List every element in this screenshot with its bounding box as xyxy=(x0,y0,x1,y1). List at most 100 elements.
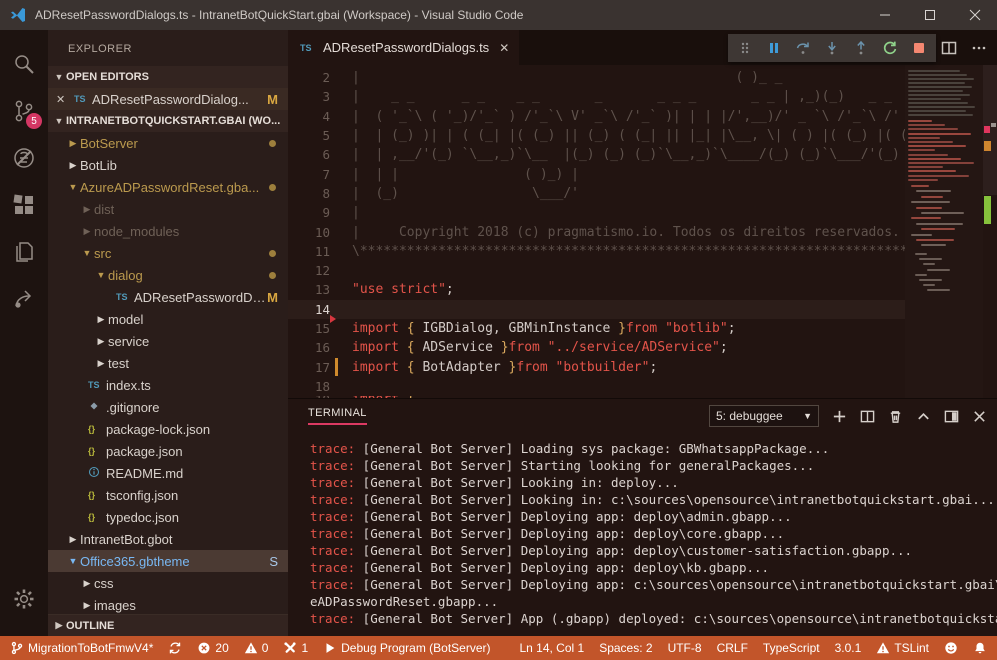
minimap[interactable] xyxy=(905,65,983,398)
status-spaces-2[interactable]: Spaces: 2 xyxy=(599,641,652,655)
status-utf-8[interactable]: UTF-8 xyxy=(668,641,702,655)
workspace-header[interactable]: ▼ INTRANETBOTQUICKSTART.GBAI (WO... xyxy=(48,110,288,132)
tree-item-botserver[interactable]: ▶BotServer xyxy=(48,132,288,154)
tree-item-package-json[interactable]: {}package.json xyxy=(48,440,288,462)
activity-share[interactable] xyxy=(0,275,48,322)
status-sync[interactable] xyxy=(168,641,182,655)
grip-button[interactable] xyxy=(733,36,757,60)
terminal-selector[interactable]: 5: debuggee ▼ xyxy=(709,405,819,427)
status-crlf[interactable]: CRLF xyxy=(717,641,748,655)
outline-header[interactable]: ▶ OUTLINE xyxy=(48,614,288,636)
trash-button[interactable] xyxy=(888,409,903,424)
tree-item-azureadpasswordreset-gba-[interactable]: ▼AzureADPasswordReset.gba... xyxy=(48,176,288,198)
tree-item-package-lock-json[interactable]: {}package-lock.json xyxy=(48,418,288,440)
json-file-icon: {} xyxy=(88,446,106,456)
code-text: | | (_) )| | ( (_| |( (_) || (_) ( (_| |… xyxy=(352,128,908,143)
terminal-header: TERMINAL 5: debuggee ▼ xyxy=(288,399,997,433)
status-1[interactable]: 1 xyxy=(283,641,308,655)
chevron-up-button[interactable] xyxy=(916,409,931,424)
tree-item-label: AzureADPasswordReset.gba... xyxy=(80,180,259,195)
chevron-right-icon: ▶ xyxy=(94,336,108,347)
explorer-title: EXPLORER xyxy=(48,30,288,66)
plus-button[interactable] xyxy=(832,409,847,424)
tab-terminal[interactable]: TERMINAL xyxy=(308,407,367,425)
status-typescript[interactable]: TypeScript xyxy=(763,641,820,655)
step-over-button[interactable] xyxy=(791,36,815,60)
chevron-down-icon: ▼ xyxy=(52,72,66,82)
activity-extensions[interactable] xyxy=(0,181,48,228)
tree-item-dist[interactable]: ▶dist xyxy=(48,198,288,220)
step-out-button[interactable] xyxy=(849,36,873,60)
status-smiley[interactable] xyxy=(944,641,958,655)
chevron-right-icon: ▶ xyxy=(66,138,80,149)
maximize-button[interactable] xyxy=(907,0,952,30)
tree-item-model[interactable]: ▶model xyxy=(48,308,288,330)
tree-item--gitignore[interactable]: .gitignore xyxy=(48,396,288,418)
pause-button[interactable] xyxy=(762,36,786,60)
tree-item-readme-md[interactable]: README.md xyxy=(48,462,288,484)
debug-toolbar xyxy=(728,34,936,62)
status-20[interactable]: 20 xyxy=(197,641,228,655)
code-line: 3| _ _ _ _ _ _ _ _ _ _ _ _ | ,_)(_) _ _ … xyxy=(288,87,905,106)
tree-item-dialog[interactable]: ▼dialog xyxy=(48,264,288,286)
open-editor-item[interactable]: ✕ TS ADResetPasswordDialog... M xyxy=(48,88,288,110)
activity-bar: 5 xyxy=(0,30,48,636)
tree-item-images[interactable]: ▶images xyxy=(48,594,288,614)
overview-ruler[interactable] xyxy=(983,65,997,398)
activity-debug[interactable] xyxy=(0,134,48,181)
status-0[interactable]: 0 xyxy=(244,641,269,655)
chevron-right-icon: ▶ xyxy=(66,160,80,171)
split-editor-button[interactable] xyxy=(941,40,957,56)
code-line: 14 xyxy=(288,300,905,319)
tree-item-office365-gbtheme[interactable]: ▼Office365.gbthemeS xyxy=(48,550,288,572)
code-line: 7| | | ( )_) | xyxy=(288,164,905,183)
status-debug-program-botserver-[interactable]: Debug Program (BotServer) xyxy=(323,641,490,655)
more-button[interactable] xyxy=(971,40,987,56)
status-tslint[interactable]: TSLint xyxy=(876,641,929,655)
status-bell[interactable] xyxy=(973,641,987,655)
activity-settings[interactable] xyxy=(0,575,48,622)
minimize-button[interactable] xyxy=(862,0,907,30)
chevron-right-icon: ▶ xyxy=(80,578,94,589)
status-3-0-1[interactable]: 3.0.1 xyxy=(835,641,862,655)
activity-pages[interactable] xyxy=(0,228,48,275)
tree-item-adresetpassworddial-[interactable]: TSADResetPasswordDial...M xyxy=(48,286,288,308)
code-text: | ( )_ _ xyxy=(352,70,782,85)
close-button[interactable] xyxy=(952,0,997,30)
chevron-right-icon: ▶ xyxy=(52,620,66,631)
tree-item-botlib[interactable]: ▶BotLib xyxy=(48,154,288,176)
activity-search[interactable] xyxy=(0,40,48,87)
tree-item-service[interactable]: ▶service xyxy=(48,330,288,352)
tree-item-css[interactable]: ▶css xyxy=(48,572,288,594)
terminal-output[interactable]: trace: [General Bot Server] Loading sys … xyxy=(288,433,997,636)
tree-item-index-ts[interactable]: TSindex.ts xyxy=(48,374,288,396)
tab-adresetpassworddialogs[interactable]: TS ADResetPasswordDialogs.ts ✕ xyxy=(288,30,519,65)
tree-item-test[interactable]: ▶test xyxy=(48,352,288,374)
title-bar[interactable]: ADResetPasswordDialogs.ts - IntranetBotQ… xyxy=(0,0,997,30)
step-into-button[interactable] xyxy=(820,36,844,60)
editor-actions xyxy=(941,30,987,65)
tree-item-node-modules[interactable]: ▶node_modules xyxy=(48,220,288,242)
tree-item-src[interactable]: ▼src xyxy=(48,242,288,264)
close-button[interactable] xyxy=(972,409,987,424)
git-file-icon xyxy=(88,400,106,414)
activity-source-control[interactable]: 5 xyxy=(0,87,48,134)
close-icon[interactable]: ✕ xyxy=(56,93,70,106)
code-editor[interactable]: 2| ( )_ _3| _ _ _ _ _ _ _ _ _ _ _ _ | ,_… xyxy=(288,65,997,398)
tree-item-tsconfig-json[interactable]: {}tsconfig.json xyxy=(48,484,288,506)
tab-close-icon[interactable]: ✕ xyxy=(499,41,509,55)
restart-button[interactable] xyxy=(878,36,902,60)
tree-item-intranetbot-gbot[interactable]: ▶IntranetBot.gbot xyxy=(48,528,288,550)
ts-file-icon: TS xyxy=(116,292,134,302)
chevron-down-icon: ▼ xyxy=(94,270,108,280)
tree-item-typedoc-json[interactable]: {}typedoc.json xyxy=(48,506,288,528)
split-editor-button[interactable] xyxy=(860,409,875,424)
stop-button[interactable] xyxy=(907,36,931,60)
status-ln-14-col-1[interactable]: Ln 14, Col 1 xyxy=(519,641,584,655)
panel-button[interactable] xyxy=(944,409,959,424)
status-bar: MigrationToBotFmwV4* 20 01 Debug Program (B… xyxy=(0,636,997,660)
modified-dot-badge xyxy=(269,140,276,147)
open-editors-header[interactable]: ▼ OPEN EDITORS xyxy=(48,66,288,88)
line-number: 13 xyxy=(288,282,330,297)
status-migrationtobotfmwv4-[interactable]: MigrationToBotFmwV4* xyxy=(10,641,153,655)
